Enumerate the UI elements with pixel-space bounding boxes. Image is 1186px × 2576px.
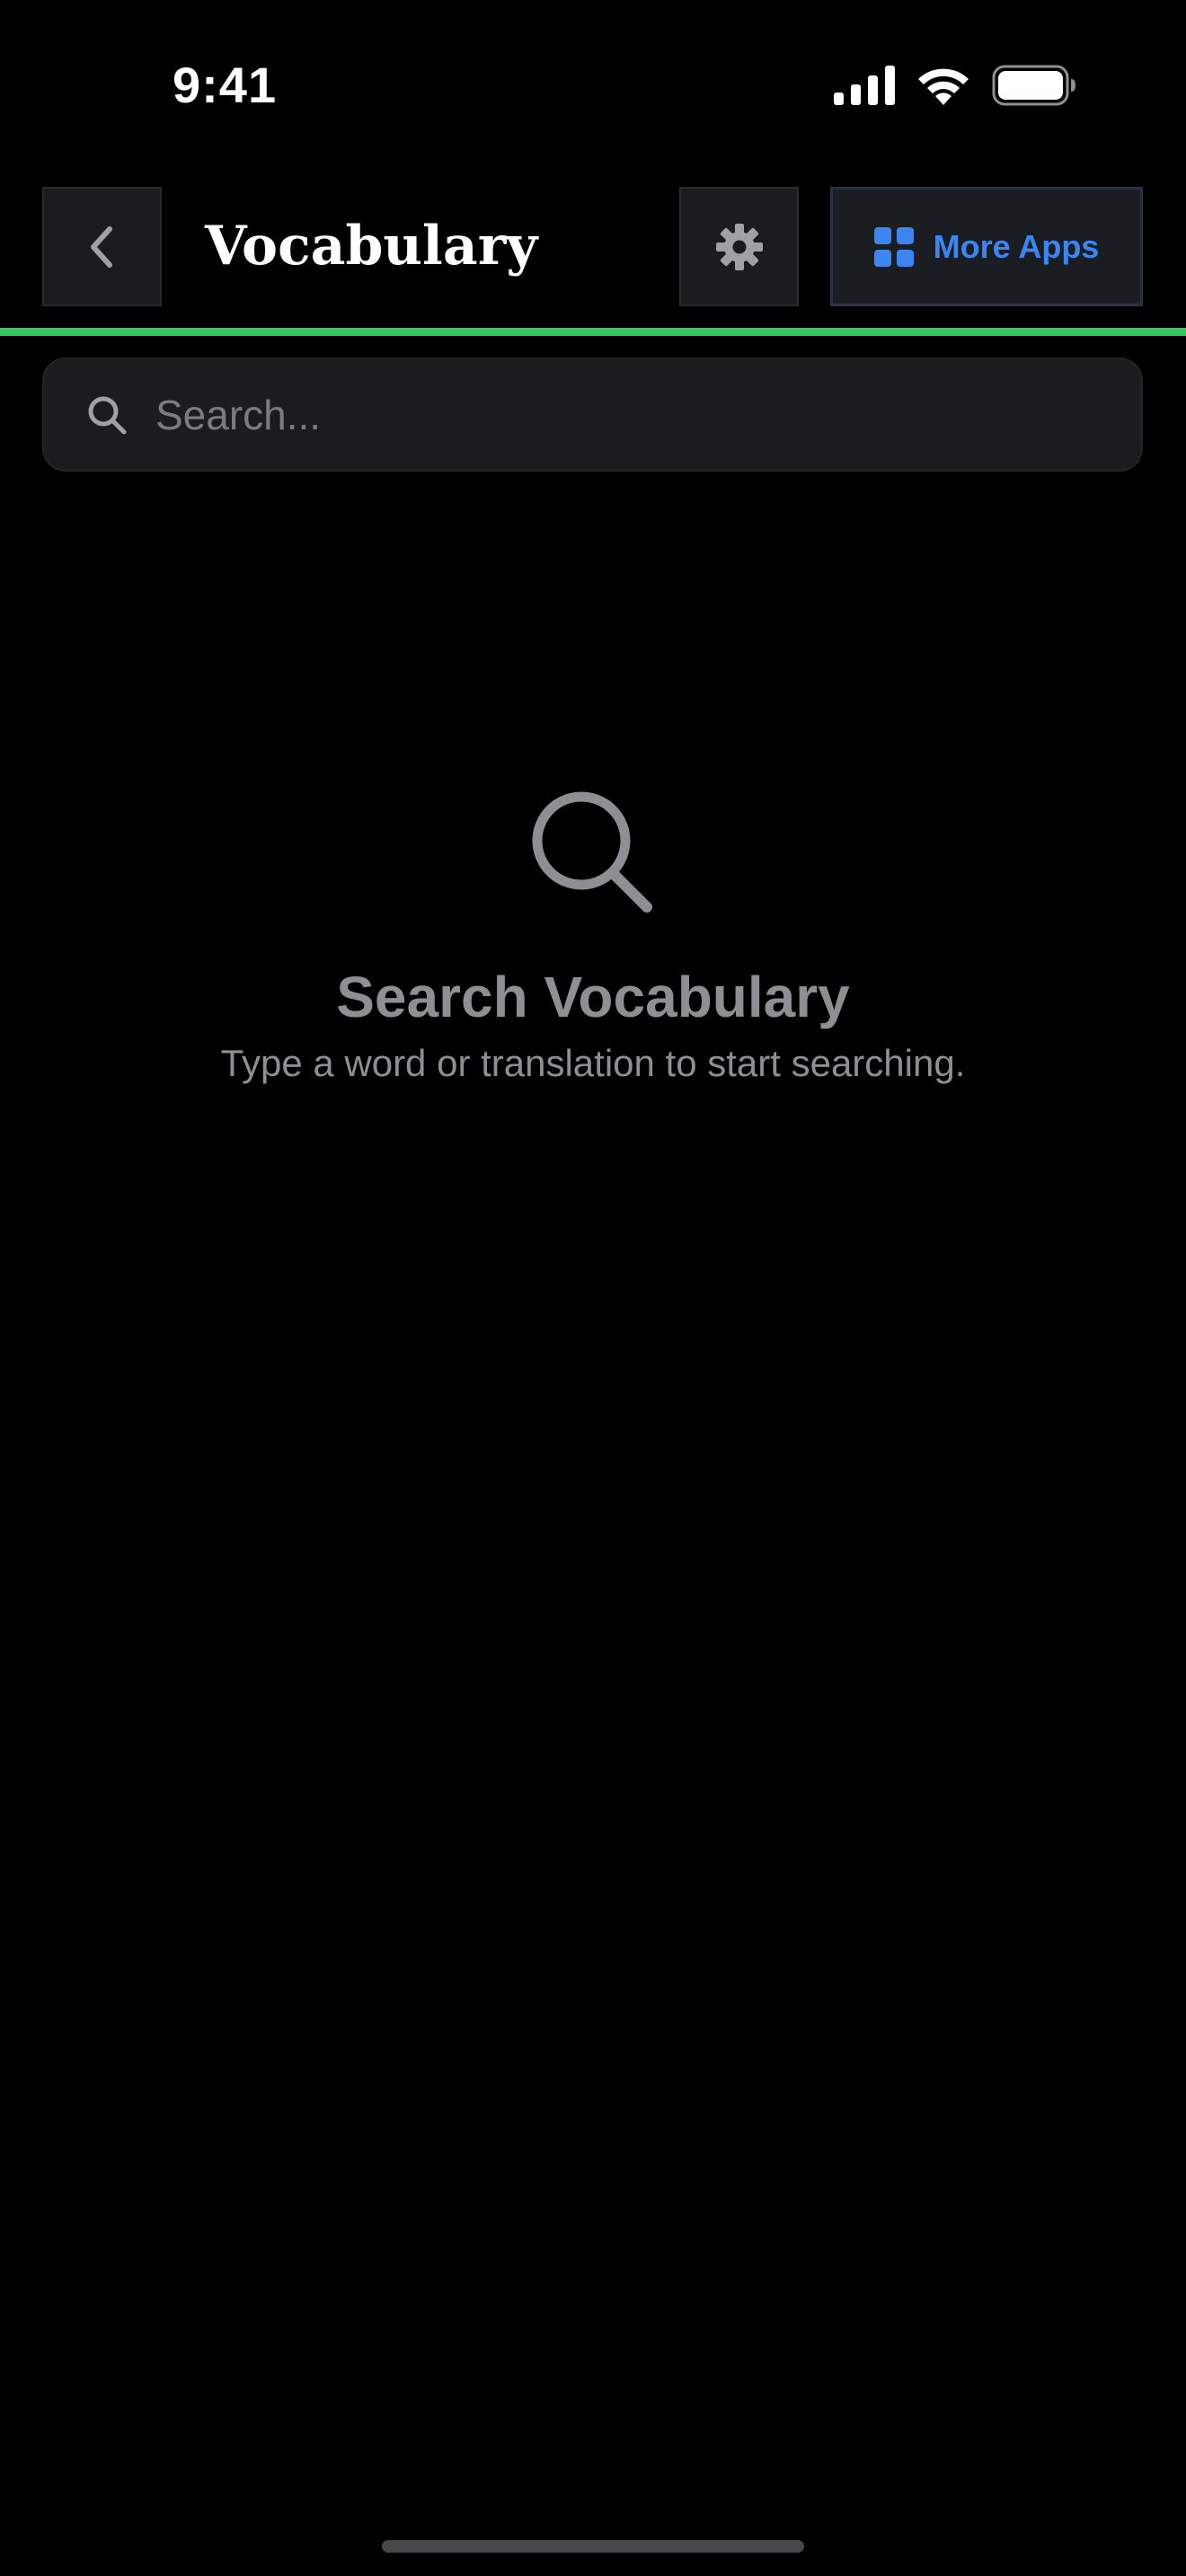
grid-icon — [873, 226, 914, 267]
back-button[interactable] — [42, 187, 162, 306]
magnifier-icon — [532, 791, 652, 913]
battery-icon — [992, 65, 1075, 106]
more-apps-button[interactable]: More Apps — [830, 187, 1143, 306]
progress-line — [0, 328, 1186, 336]
chevron-left-icon — [90, 225, 112, 268]
search-icon — [88, 396, 127, 434]
page-title: Vocabulary — [205, 215, 538, 278]
status-bar: 9:41 — [0, 0, 1186, 171]
search-bar[interactable] — [42, 357, 1143, 472]
status-icons — [834, 65, 1076, 106]
status-time: 9:41 — [173, 57, 278, 113]
empty-state-title: Search Vocabulary — [336, 965, 850, 1029]
home-indicator[interactable] — [382, 2540, 804, 2553]
empty-state-subtitle: Type a word or translation to start sear… — [220, 1042, 966, 1084]
search-input[interactable] — [154, 389, 1114, 440]
more-apps-label: More Apps — [933, 227, 1100, 265]
settings-button[interactable] — [679, 187, 799, 306]
signal-icon — [834, 66, 895, 105]
gear-icon — [715, 223, 763, 270]
empty-state: Search Vocabulary Type a word or transla… — [0, 789, 1186, 1087]
header: Vocabulary More Apps — [0, 187, 1186, 307]
wifi-icon — [918, 68, 969, 105]
